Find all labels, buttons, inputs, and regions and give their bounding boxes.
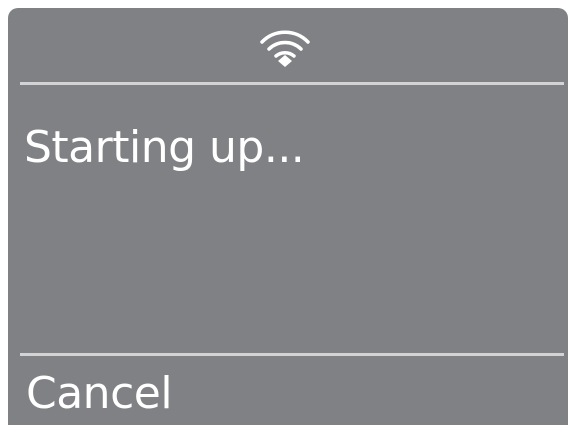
top-divider bbox=[20, 82, 564, 85]
bottom-divider bbox=[20, 353, 564, 356]
startup-dialog: Starting up... Cancel bbox=[8, 8, 568, 425]
status-message: Starting up... bbox=[24, 122, 305, 173]
status-bar bbox=[8, 8, 568, 82]
wifi-icon bbox=[256, 28, 314, 68]
cancel-button[interactable]: Cancel bbox=[18, 363, 180, 425]
